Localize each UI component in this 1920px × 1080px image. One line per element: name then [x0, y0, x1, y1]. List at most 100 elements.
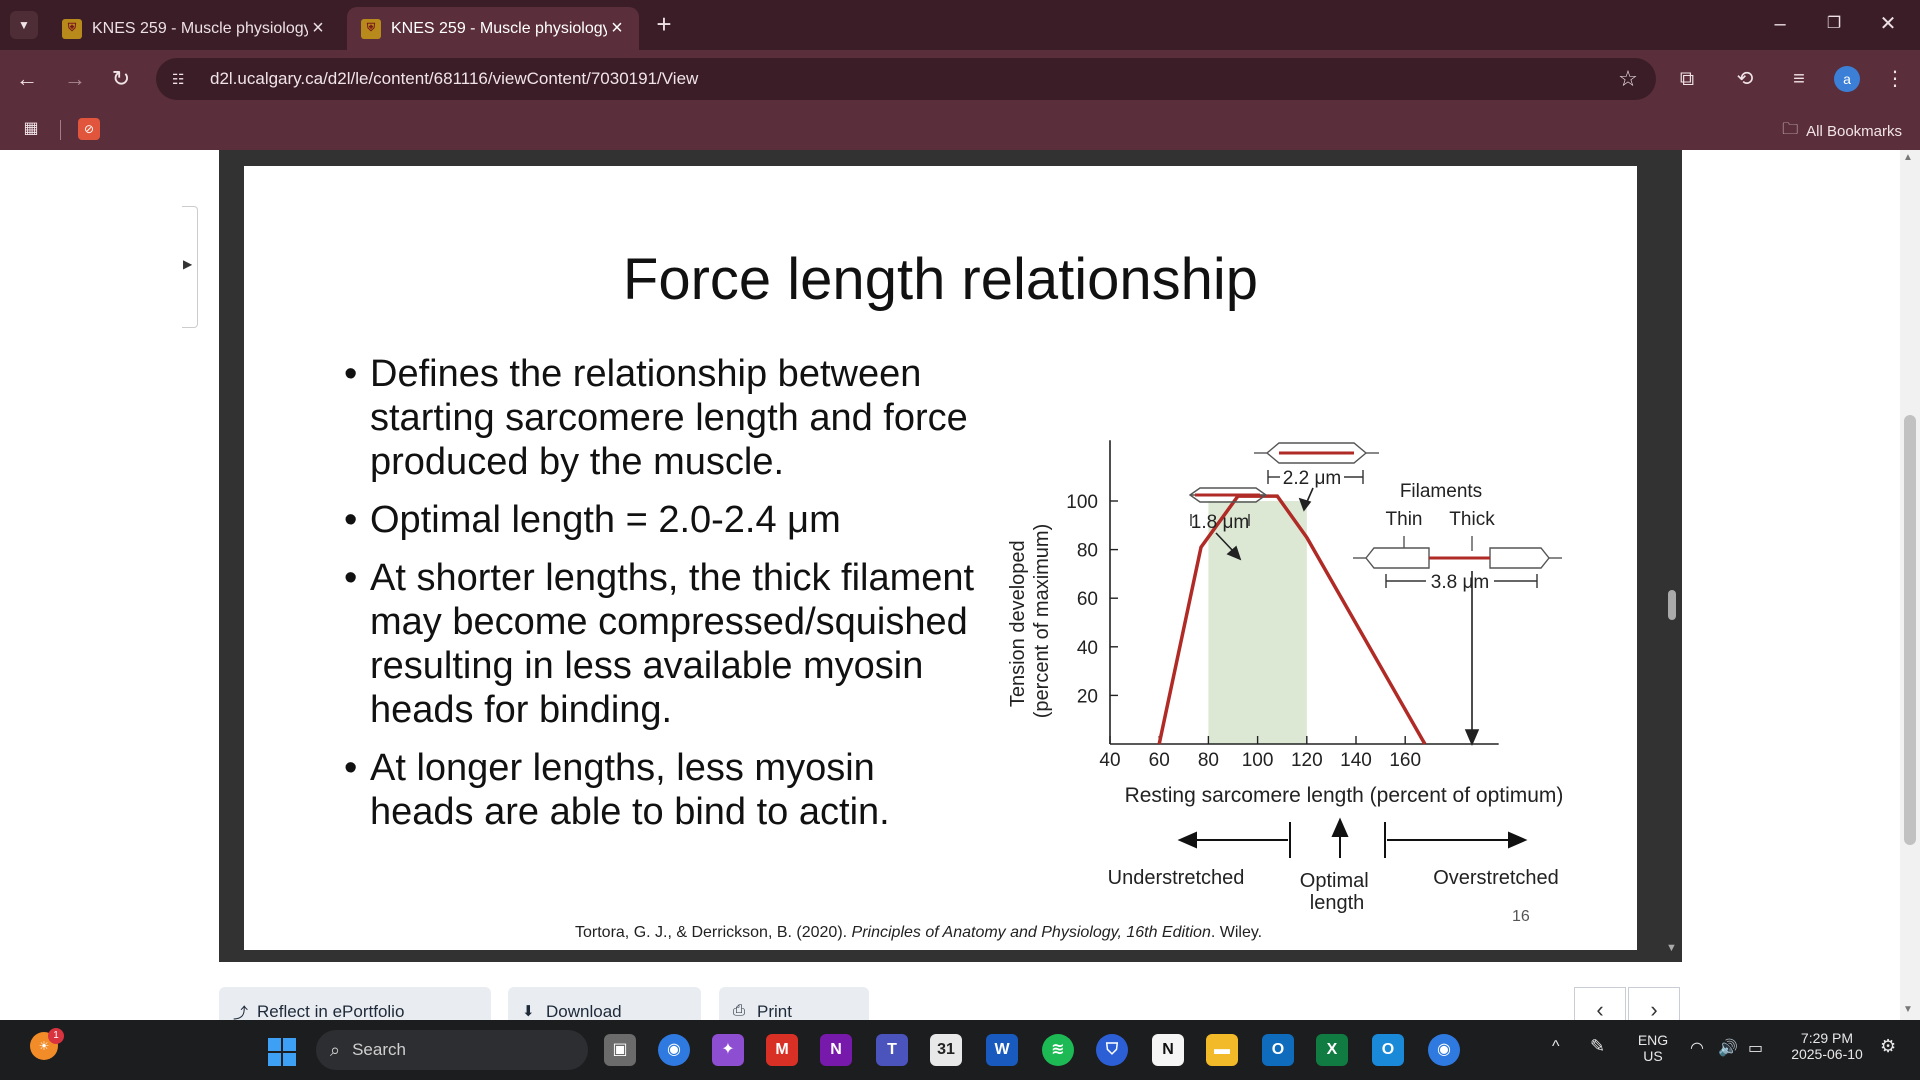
close-tab-icon[interactable]: ×	[607, 17, 627, 40]
onenote-icon[interactable]: N	[820, 1034, 852, 1066]
regime-arrows	[1177, 817, 1528, 858]
chrome-profile-icon[interactable]: ◉	[1428, 1034, 1460, 1066]
understretched-label: Understretched	[1108, 867, 1245, 889]
all-bookmarks-button[interactable]: 🗀 All Bookmarks	[1782, 118, 1902, 145]
sarcomere-short-diagram	[1188, 487, 1268, 503]
tab-search-chevron-icon[interactable]: ▼	[10, 11, 38, 39]
wifi-icon[interactable]: ◠	[1690, 1038, 1704, 1058]
chrome-icon[interactable]: ◉	[658, 1034, 690, 1066]
file-explorer-icon[interactable]: ▬	[1206, 1034, 1238, 1066]
teams-icon[interactable]: T	[876, 1034, 908, 1066]
restore-icon[interactable]: ❐	[1814, 8, 1854, 40]
pen-icon[interactable]: ✎	[1590, 1036, 1605, 1057]
slide: Force length relationship Defines the re…	[244, 166, 1637, 950]
citation: Tortora, G. J., & Derrickson, B. (2020).…	[575, 924, 1262, 942]
language-indicator[interactable]: ENG US	[1636, 1032, 1670, 1064]
download-button[interactable]: ⬇ Download	[508, 987, 701, 1020]
new-tab-plus-icon[interactable]: +	[650, 9, 678, 39]
caret-right-icon: ▶	[183, 257, 193, 271]
profile-avatar[interactable]: a	[1834, 66, 1860, 92]
extensions-icon[interactable]: ⧉	[1672, 64, 1702, 94]
lang-line1: ENG	[1637, 1032, 1669, 1048]
viewer-scrollbar[interactable]: ▼	[1662, 150, 1682, 962]
download-icon: ⬇	[522, 1003, 535, 1020]
tab-title: KNES 259 - Muscle physiology	[391, 19, 607, 37]
page-scroll-thumb[interactable]	[1904, 415, 1916, 845]
browser-toolbar: ← → ↻ ☷ d2l.ucalgary.ca/d2l/le/content/6…	[0, 50, 1920, 108]
spotify-icon[interactable]: ≋	[1042, 1034, 1074, 1066]
forward-arrow-icon[interactable]: →	[60, 64, 90, 94]
optimal-length-label: 2.2 μm	[1283, 468, 1341, 489]
scroll-down-icon[interactable]: ▼	[1903, 1004, 1913, 1015]
performance-icon[interactable]: ⟲	[1730, 64, 1760, 94]
back-arrow-icon[interactable]: ←	[12, 64, 42, 94]
slide-number: 16	[1512, 908, 1530, 925]
browser-tab-2[interactable]: ⛨ KNES 259 - Muscle physiology ×	[347, 7, 639, 50]
volume-icon[interactable]: 🔊	[1718, 1038, 1738, 1058]
search-icon: ⌕	[330, 1039, 341, 1060]
previous-page-button[interactable]: ‹	[1574, 987, 1626, 1020]
notification-count: 1	[48, 1028, 64, 1044]
next-page-button[interactable]: ›	[1628, 987, 1680, 1020]
apps-grid-icon[interactable]: ▦	[20, 118, 42, 140]
viewer-scroll-down-icon[interactable]: ▼	[1666, 942, 1677, 954]
force-length-chart: 40 60 80 100 120 140 160 20 40 60 80 100 Tension de…	[1007, 440, 1563, 914]
eportfolio-icon: ⤴	[233, 1005, 249, 1020]
media-controls-icon[interactable]: ≡	[1784, 64, 1814, 94]
all-bookmarks-label: All Bookmarks	[1806, 123, 1902, 140]
side-panel-toggle[interactable]: ▶	[182, 206, 198, 328]
x-tick-label: 120	[1291, 750, 1323, 771]
show-hidden-icons[interactable]: ^	[1552, 1038, 1560, 1056]
x-tick-label: 100	[1242, 750, 1274, 771]
address-bar[interactable]: ☷ d2l.ucalgary.ca/d2l/le/content/681116/…	[156, 58, 1656, 100]
notifications-icon[interactable]: ⚙	[1880, 1036, 1896, 1057]
bookmark-star-icon[interactable]: ☆	[1616, 66, 1640, 92]
copilot-icon[interactable]: ✦	[712, 1034, 744, 1066]
task-view-icon[interactable]: ▣	[604, 1034, 636, 1066]
windows-start-icon[interactable]	[268, 1038, 296, 1066]
x-tick-label: 80	[1198, 750, 1219, 771]
word-icon[interactable]: W	[986, 1034, 1018, 1066]
reflect-label: Reflect in ePortfolio	[257, 1002, 405, 1020]
close-tab-icon[interactable]: ×	[308, 17, 328, 40]
y-tick-label: 80	[1077, 541, 1098, 562]
bookmark-favicon-icon[interactable]: ⊘	[78, 118, 100, 140]
site-info-icon[interactable]: ☷	[172, 71, 194, 88]
new-outlook-icon[interactable]: O	[1372, 1034, 1404, 1066]
printer-icon: ⎙	[733, 1002, 746, 1019]
tab-title: KNES 259 - Muscle physiology	[92, 19, 308, 37]
print-button[interactable]: ⎙ Print	[719, 987, 869, 1020]
windows-taskbar: ☀ 1 ⌕ Search ▣ ◉ ✦ M N T 31 W ≋ ⛉ N ▬ O X…	[0, 1020, 1920, 1080]
battery-icon[interactable]: ▭	[1748, 1038, 1763, 1058]
widgets-icon[interactable]: ☀ 1	[30, 1028, 64, 1060]
y-tick-label: 60	[1077, 589, 1098, 610]
citation-book: Principles of Anatomy and Physiology, 16…	[851, 924, 1211, 941]
minimize-icon[interactable]: –	[1760, 8, 1800, 40]
print-label: Print	[757, 1002, 792, 1020]
calendar-icon[interactable]: 31	[930, 1034, 962, 1066]
outlook-icon[interactable]: O	[1262, 1034, 1294, 1066]
sarcomere-optimal-diagram	[1254, 442, 1379, 464]
x-tick-label: 140	[1340, 750, 1372, 771]
reflect-eportfolio-button[interactable]: ⤴ Reflect in ePortfolio	[219, 987, 491, 1020]
y-axis-label: Tension developed (percent of maximum)	[1007, 524, 1053, 719]
lang-line2: US	[1643, 1048, 1663, 1064]
gmail-icon[interactable]: M	[766, 1034, 798, 1066]
citation-authors: Tortora, G. J., & Derrickson, B. (2020).	[575, 924, 852, 941]
viewer-scroll-thumb[interactable]	[1668, 590, 1676, 620]
folder-icon: 🗀	[1782, 121, 1799, 138]
taskbar-search[interactable]: ⌕ Search	[316, 1030, 588, 1070]
search-label: Search	[352, 1040, 406, 1059]
reload-icon[interactable]: ↻	[106, 64, 136, 94]
excel-icon[interactable]: X	[1316, 1034, 1348, 1066]
optimal-regime-label: Optimal length	[1300, 870, 1374, 914]
clock-time: 7:29 PM	[1800, 1030, 1854, 1046]
close-window-icon[interactable]: ✕	[1868, 8, 1908, 40]
browser-tab-1[interactable]: ⛨ KNES 259 - Muscle physiology ×	[48, 7, 340, 50]
vpn-shield-icon[interactable]: ⛉	[1096, 1034, 1128, 1066]
more-menu-icon[interactable]: ⋮	[1880, 64, 1910, 94]
x-tick-label: 60	[1149, 750, 1170, 771]
clock[interactable]: 7:29 PM 2025-06-10	[1782, 1030, 1872, 1062]
scroll-up-icon[interactable]: ▲	[1903, 152, 1913, 163]
notion-icon[interactable]: N	[1152, 1034, 1184, 1066]
